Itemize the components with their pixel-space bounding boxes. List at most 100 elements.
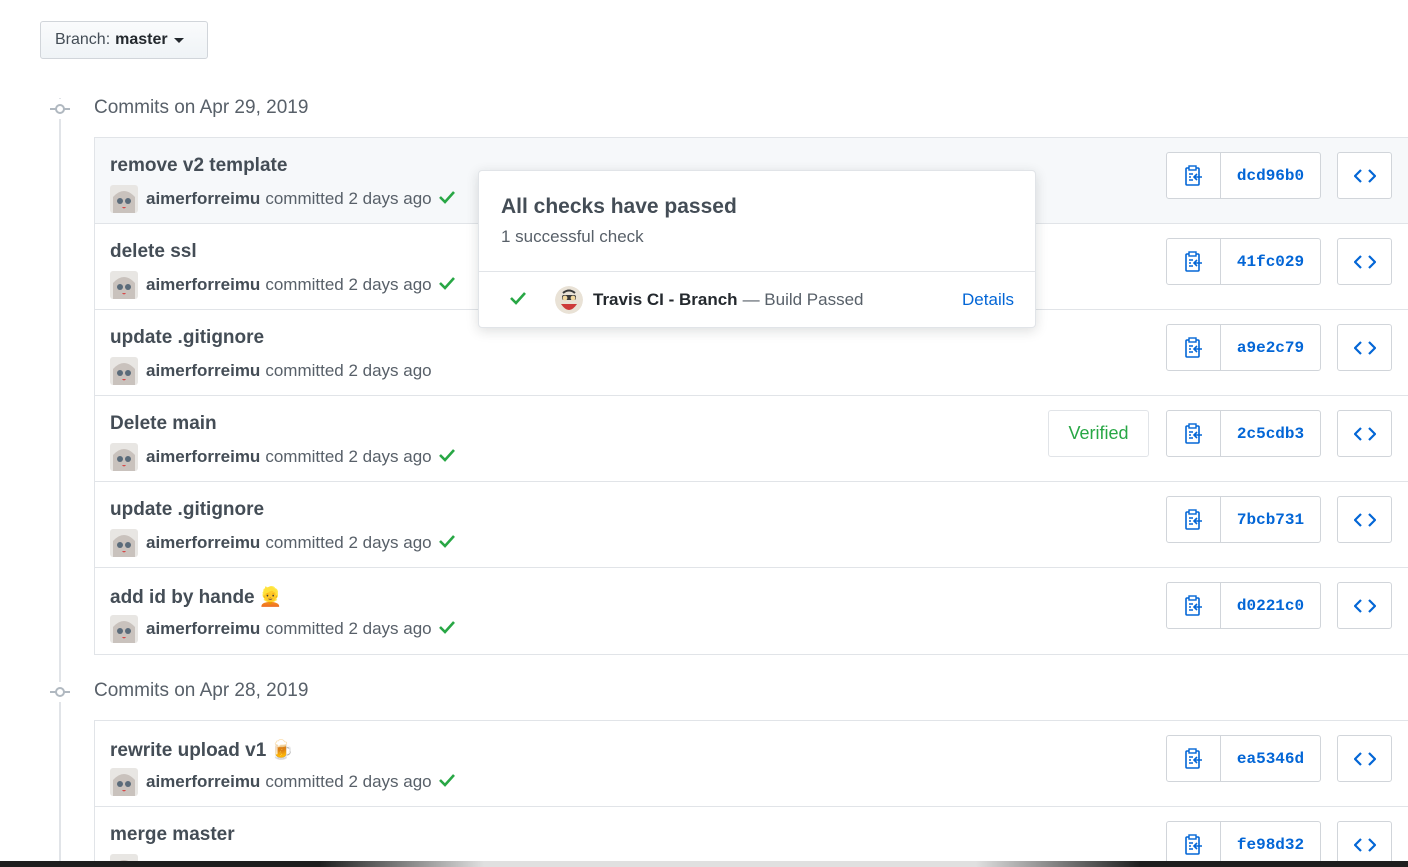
branch-label: Branch:	[55, 31, 111, 48]
clipboard-icon[interactable]	[1167, 583, 1221, 628]
commit-row: update .gitignore aimerforreimu committe…	[95, 482, 1408, 568]
commit-row: rewrite upload v1 🍺 aimerforreimu committ…	[95, 721, 1408, 807]
commit-title-link[interactable]: rewrite upload v1 🍺	[110, 738, 294, 762]
avatar[interactable]	[110, 357, 138, 385]
check-icon[interactable]	[438, 533, 456, 553]
check-item: Travis CI - Branch — Build Passed Detail…	[479, 272, 1035, 328]
check-icon[interactable]	[438, 189, 456, 209]
author-link[interactable]: aimerforreimu	[146, 189, 260, 209]
author-link[interactable]: aimerforreimu	[146, 619, 260, 639]
commit-meta: aimerforreimu committed 2 days ago	[110, 529, 456, 557]
commit-time: committed 2 days ago	[265, 533, 432, 552]
author-link[interactable]: aimerforreimu	[146, 533, 260, 553]
avatar[interactable]	[110, 185, 138, 213]
commit-list: rewrite upload v1 🍺 aimerforreimu committ…	[94, 720, 1408, 867]
check-icon[interactable]	[438, 619, 456, 639]
commit-title-text: add id by hande	[110, 587, 255, 608]
commit-title-link[interactable]: update .gitignore	[110, 499, 264, 521]
travis-ci-avatar	[555, 286, 583, 314]
sha-button-group: a9e2c79	[1166, 324, 1321, 371]
commit-title-link[interactable]: remove v2 template	[110, 155, 287, 177]
code-icon[interactable]	[1337, 152, 1392, 199]
sha-button-group: d0221c0	[1166, 582, 1321, 629]
commit-title-link[interactable]: merge master	[110, 824, 235, 846]
commit-meta: aimerforreimu committed 2 days ago	[110, 615, 456, 643]
code-icon[interactable]	[1337, 410, 1392, 457]
code-icon[interactable]	[1337, 582, 1392, 629]
commit-sha-link[interactable]: 7bcb731	[1221, 497, 1320, 542]
commit-time: committed 2 days ago	[265, 275, 432, 294]
avatar[interactable]	[110, 615, 138, 643]
avatar[interactable]	[110, 529, 138, 557]
commit-sha-link[interactable]: ea5346d	[1221, 736, 1320, 781]
commit-title-text: rewrite upload v1	[110, 740, 267, 761]
commit-sha-link[interactable]: dcd96b0	[1221, 153, 1320, 198]
commit-meta: aimerforreimu committed 2 days ago	[110, 768, 456, 796]
sha-button-group: dcd96b0	[1166, 152, 1321, 199]
details-link[interactable]: Details	[962, 290, 1014, 310]
git-commit-icon	[50, 682, 70, 702]
beer-emoji-icon: 🍺	[270, 740, 294, 761]
clipboard-icon[interactable]	[1167, 411, 1221, 456]
popover-title: All checks have passed	[501, 195, 737, 218]
avatar[interactable]	[110, 271, 138, 299]
avatar[interactable]	[110, 443, 138, 471]
commit-title-link[interactable]: Delete main	[110, 413, 217, 435]
caret-down-icon	[173, 37, 184, 43]
sha-button-group: 2c5cdb3	[1166, 410, 1321, 457]
commit-time: committed 2 days ago	[265, 619, 432, 638]
check-description: — Build Passed	[742, 290, 864, 309]
code-icon[interactable]	[1337, 735, 1392, 782]
commit-title-link[interactable]: delete ssl	[110, 241, 197, 263]
clipboard-icon[interactable]	[1167, 325, 1221, 370]
sha-button-group: 41fc029	[1166, 238, 1321, 285]
verified-badge[interactable]: Verified	[1048, 410, 1149, 457]
checks-popover: All checks have passed 1 successful chec…	[478, 170, 1036, 328]
commit-row: Delete main aimerforreimu committed 2 da…	[95, 396, 1408, 482]
clipboard-icon[interactable]	[1167, 153, 1221, 198]
sha-button-group: 7bcb731	[1166, 496, 1321, 543]
commit-sha-link[interactable]: 2c5cdb3	[1221, 411, 1320, 456]
git-commit-icon	[50, 99, 70, 119]
person-emoji-icon: 👱	[258, 587, 283, 608]
commit-time: committed 2 days ago	[265, 772, 432, 791]
code-icon[interactable]	[1337, 238, 1392, 285]
timeline-line	[59, 98, 61, 867]
bottom-edge-strip	[0, 861, 1408, 867]
popover-header: All checks have passed 1 successful chec…	[479, 171, 1035, 272]
clipboard-icon[interactable]	[1167, 239, 1221, 284]
avatar[interactable]	[110, 768, 138, 796]
commit-meta: aimerforreimu committed 2 days ago	[110, 443, 456, 471]
branch-select-button[interactable]: Branch: master	[40, 21, 208, 59]
popover-subtitle: 1 successful check	[501, 227, 644, 246]
commit-sha-link[interactable]: d0221c0	[1221, 583, 1320, 628]
code-icon[interactable]	[1337, 324, 1392, 371]
code-icon[interactable]	[1337, 496, 1392, 543]
commit-meta: aimerforreimu committed 2 days ago	[110, 185, 456, 213]
commit-row: add id by hande 👱 aimerforreimu committed…	[95, 568, 1408, 654]
check-name: Travis CI - Branch	[593, 290, 738, 309]
group-title: Commits on Apr 28, 2019	[94, 680, 309, 701]
commit-time: committed 2 days ago	[265, 189, 432, 208]
branch-name: master	[115, 31, 168, 48]
commit-title-link[interactable]: update .gitignore	[110, 327, 264, 349]
author-link[interactable]: aimerforreimu	[146, 772, 260, 792]
check-icon	[509, 290, 527, 310]
clipboard-icon[interactable]	[1167, 497, 1221, 542]
commit-time: committed 2 days ago	[265, 361, 432, 380]
commit-time: committed 2 days ago	[265, 447, 432, 466]
check-icon[interactable]	[438, 447, 456, 467]
author-link[interactable]: aimerforreimu	[146, 361, 260, 381]
author-link[interactable]: aimerforreimu	[146, 447, 260, 467]
commit-meta: aimerforreimu committed 2 days ago	[110, 271, 456, 299]
commit-sha-link[interactable]: 41fc029	[1221, 239, 1320, 284]
author-link[interactable]: aimerforreimu	[146, 275, 260, 295]
sha-button-group: ea5346d	[1166, 735, 1321, 782]
commit-sha-link[interactable]: a9e2c79	[1221, 325, 1320, 370]
check-icon[interactable]	[438, 772, 456, 792]
commit-title-link[interactable]: add id by hande 👱	[110, 585, 282, 609]
commit-row: merge master aimerforreimu committed 2 d…	[95, 807, 1408, 867]
check-icon[interactable]	[438, 275, 456, 295]
clipboard-icon[interactable]	[1167, 736, 1221, 781]
group-title: Commits on Apr 29, 2019	[94, 97, 309, 118]
